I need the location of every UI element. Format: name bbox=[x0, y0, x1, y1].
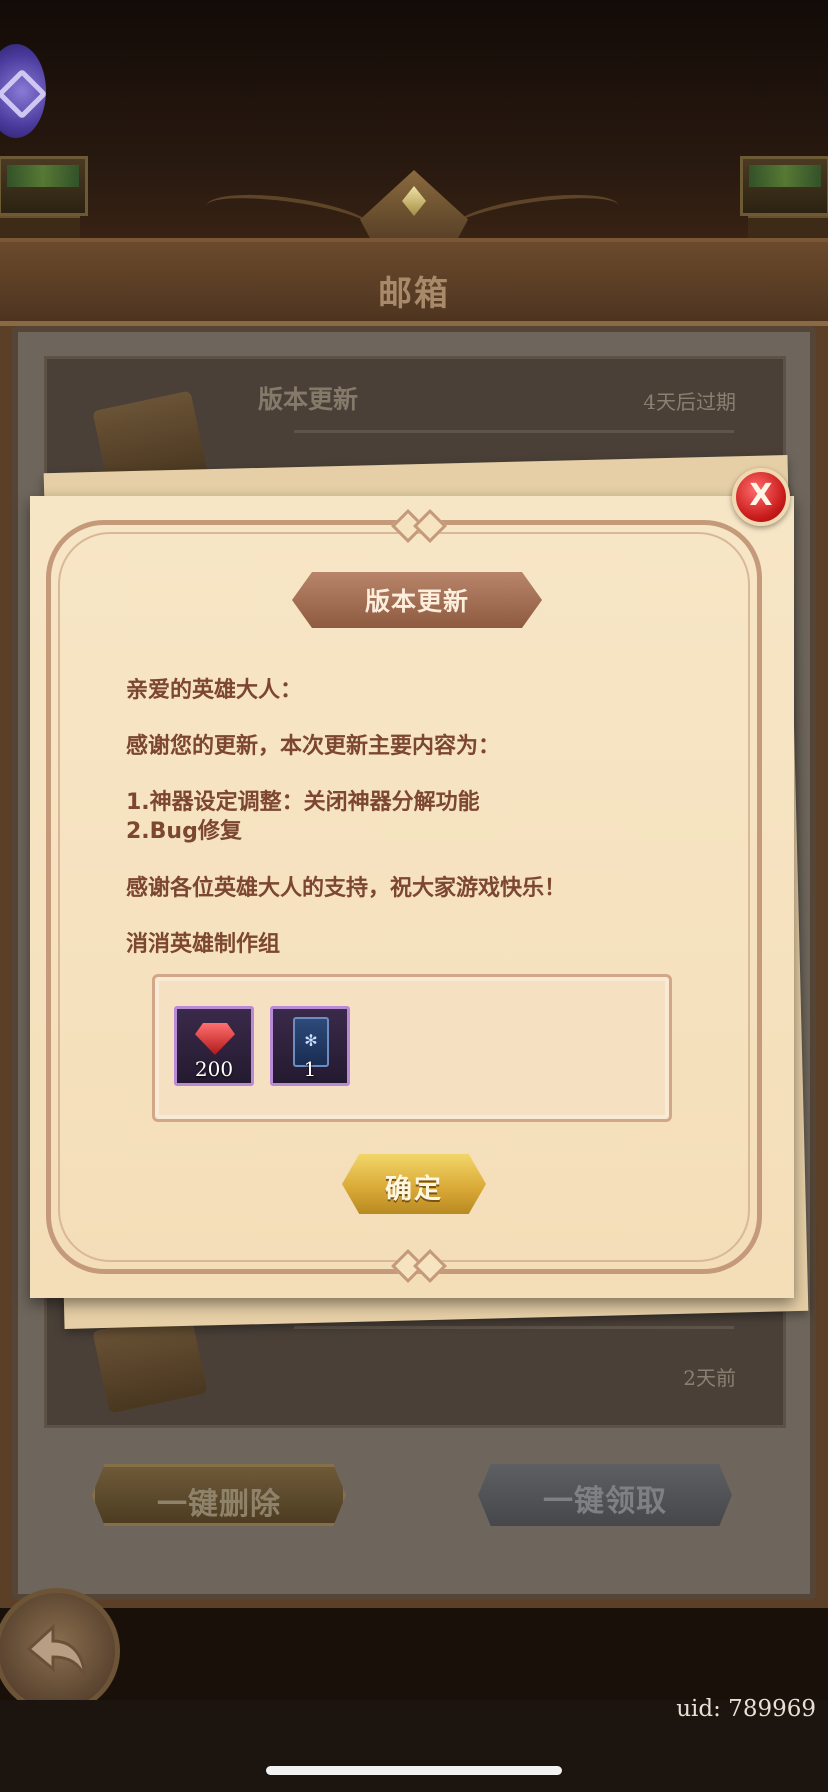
signature-text: 消消英雄制作组 bbox=[126, 932, 281, 957]
confirm-button[interactable]: 确定 bbox=[342, 1154, 486, 1214]
ruby-gem-icon bbox=[195, 1023, 235, 1055]
back-button[interactable] bbox=[0, 1588, 120, 1714]
close-icon: X bbox=[749, 478, 773, 513]
confirm-label: 确定 bbox=[385, 1174, 443, 1205]
reward-item[interactable]: 1 bbox=[270, 1006, 350, 1086]
update-item: 2.Bug修复 bbox=[126, 819, 242, 844]
dialog-title: 版本更新 bbox=[364, 587, 469, 616]
frame-ornament-top bbox=[386, 512, 450, 534]
mail-expiry: 4天后过期 bbox=[643, 390, 736, 414]
back-arrow-icon bbox=[26, 1623, 87, 1678]
left-pillar bbox=[0, 156, 88, 216]
reward-item[interactable]: 200 bbox=[174, 1006, 254, 1086]
update-item: 1.神器设定调整：关闭神器分解功能 bbox=[126, 790, 480, 815]
mail-expiry: 2天前 bbox=[683, 1366, 736, 1390]
reward-quantity: 1 bbox=[303, 1057, 317, 1081]
delete-all-label: 一键删除 bbox=[157, 1487, 281, 1522]
frame-ornament-bottom bbox=[386, 1252, 450, 1274]
close-button[interactable]: X bbox=[732, 468, 790, 526]
delete-all-button[interactable]: 一键删除 bbox=[92, 1464, 346, 1526]
claim-all-button[interactable]: 一键领取 bbox=[478, 1464, 732, 1526]
mailbox-title: 邮箱 bbox=[378, 274, 450, 314]
mail-divider bbox=[294, 430, 734, 433]
right-pillar bbox=[740, 156, 828, 216]
greeting-text: 亲爱的英雄大人： bbox=[126, 678, 303, 703]
claim-all-label: 一键领取 bbox=[543, 1484, 667, 1519]
thanks-text: 感谢您的更新，本次更新主要内容为： bbox=[126, 734, 501, 759]
mail-subject: 版本更新 bbox=[258, 385, 359, 414]
home-indicator bbox=[266, 1766, 562, 1775]
reward-quantity: 200 bbox=[194, 1057, 234, 1081]
mail-divider bbox=[294, 1326, 734, 1329]
uid-label: uid: 789969 bbox=[676, 1696, 816, 1722]
wishes-text: 感谢各位英雄大人的支持，祝大家游戏快乐！ bbox=[126, 876, 567, 901]
